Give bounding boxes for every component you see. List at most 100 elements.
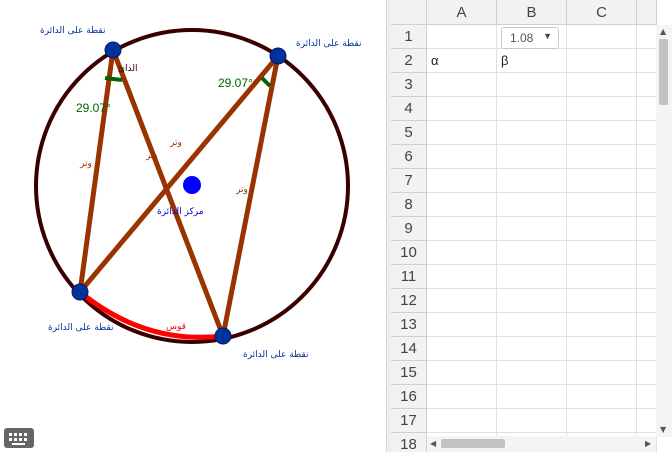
cell[interactable] (497, 409, 567, 433)
cell[interactable] (637, 385, 657, 409)
keyboard-icon[interactable] (4, 428, 34, 448)
row-header-4[interactable]: 4 (391, 97, 427, 121)
cell[interactable] (497, 97, 567, 121)
cell[interactable] (497, 385, 567, 409)
row-header-5[interactable]: 5 (391, 121, 427, 145)
chord-4[interactable] (220, 55, 281, 337)
cell[interactable] (637, 121, 657, 145)
cell[interactable] (427, 337, 497, 361)
column-header-a[interactable]: A (427, 0, 497, 25)
cell-b2[interactable]: β (497, 49, 567, 73)
scroll-right-icon[interactable]: ▶ (645, 439, 651, 448)
cell[interactable] (427, 217, 497, 241)
cell[interactable] (567, 385, 637, 409)
cell[interactable] (497, 313, 567, 337)
row-header-6[interactable]: 6 (391, 145, 427, 169)
slider-value-dropdown[interactable]: 1.08 ▼ (501, 27, 559, 49)
cell[interactable] (427, 289, 497, 313)
column-header-c[interactable]: C (567, 0, 637, 25)
row-header-2[interactable]: 2 (391, 49, 427, 73)
graphics-view[interactable]: نقطة على الدائرة نقطة على الدائرة نقطة ع… (0, 0, 386, 452)
point-top-left[interactable] (104, 41, 122, 59)
cell[interactable] (637, 49, 657, 73)
row-header-3[interactable]: 3 (391, 73, 427, 97)
cell[interactable] (427, 313, 497, 337)
cell[interactable] (427, 169, 497, 193)
row-header-1[interactable]: 1 (391, 25, 427, 49)
cell[interactable] (427, 265, 497, 289)
cell[interactable] (637, 241, 657, 265)
cell[interactable] (567, 25, 637, 49)
cell[interactable] (567, 97, 637, 121)
cell[interactable] (427, 97, 497, 121)
cell[interactable] (567, 73, 637, 97)
vertical-scroll-thumb[interactable] (659, 39, 668, 105)
cell[interactable] (567, 193, 637, 217)
cell[interactable] (567, 361, 637, 385)
row-header-12[interactable]: 12 (391, 289, 427, 313)
horizontal-scroll-thumb[interactable] (441, 439, 505, 448)
cell[interactable] (567, 337, 637, 361)
row-header-7[interactable]: 7 (391, 169, 427, 193)
cell-a2[interactable]: α (427, 49, 497, 73)
row-header-10[interactable]: 10 (391, 241, 427, 265)
cell[interactable] (567, 145, 637, 169)
cell[interactable] (567, 409, 637, 433)
cell[interactable] (567, 289, 637, 313)
cell[interactable] (567, 265, 637, 289)
row-header-9[interactable]: 9 (391, 217, 427, 241)
cell[interactable] (637, 73, 657, 97)
scroll-up-icon[interactable]: ▲ (660, 27, 666, 36)
cell[interactable] (637, 289, 657, 313)
row-header-13[interactable]: 13 (391, 313, 427, 337)
cell[interactable] (427, 145, 497, 169)
cell[interactable] (637, 193, 657, 217)
column-header-b[interactable]: B (497, 0, 567, 25)
cell[interactable] (637, 313, 657, 337)
cell[interactable] (427, 25, 497, 49)
cell[interactable] (637, 337, 657, 361)
spreadsheet-view[interactable]: A B C 1 2 3 4 5 6 7 8 9 10 11 12 13 14 15 16 17 18 α β 1.… (391, 0, 672, 452)
cell[interactable] (497, 265, 567, 289)
row-header-18[interactable]: 18 (391, 433, 427, 452)
cell[interactable] (497, 73, 567, 97)
cell[interactable] (637, 361, 657, 385)
cell[interactable] (497, 121, 567, 145)
cell[interactable] (497, 193, 567, 217)
row-header-16[interactable]: 16 (391, 385, 427, 409)
cell[interactable] (497, 145, 567, 169)
point-bottom-left[interactable] (71, 283, 89, 301)
cell[interactable] (567, 217, 637, 241)
cell[interactable] (427, 409, 497, 433)
cell[interactable] (637, 409, 657, 433)
corner-cell[interactable] (391, 0, 427, 25)
row-header-11[interactable]: 11 (391, 265, 427, 289)
geometry-canvas[interactable]: نقطة على الدائرة نقطة على الدائرة نقطة ع… (0, 0, 386, 452)
cell[interactable] (637, 217, 657, 241)
chord-2[interactable] (110, 49, 226, 337)
horizontal-scrollbar[interactable]: ◀ ▶ (427, 436, 656, 452)
cell[interactable] (497, 241, 567, 265)
cell[interactable] (637, 169, 657, 193)
cell[interactable] (497, 217, 567, 241)
cell[interactable] (567, 49, 637, 73)
cell[interactable] (567, 313, 637, 337)
cell[interactable] (427, 121, 497, 145)
vertical-scrollbar[interactable]: ▲ ▼ (656, 25, 672, 437)
cell[interactable] (567, 121, 637, 145)
center-point[interactable] (183, 176, 201, 194)
cell[interactable] (497, 289, 567, 313)
cell[interactable] (567, 169, 637, 193)
cell[interactable] (637, 25, 657, 49)
scroll-left-icon[interactable]: ◀ (430, 439, 436, 448)
row-header-14[interactable]: 14 (391, 337, 427, 361)
cell[interactable] (427, 385, 497, 409)
cell[interactable] (427, 241, 497, 265)
point-top-right[interactable] (269, 47, 287, 65)
cell[interactable] (637, 145, 657, 169)
row-header-17[interactable]: 17 (391, 409, 427, 433)
row-header-8[interactable]: 8 (391, 193, 427, 217)
scroll-down-icon[interactable]: ▼ (660, 425, 666, 434)
cell[interactable] (637, 97, 657, 121)
cell[interactable] (427, 361, 497, 385)
